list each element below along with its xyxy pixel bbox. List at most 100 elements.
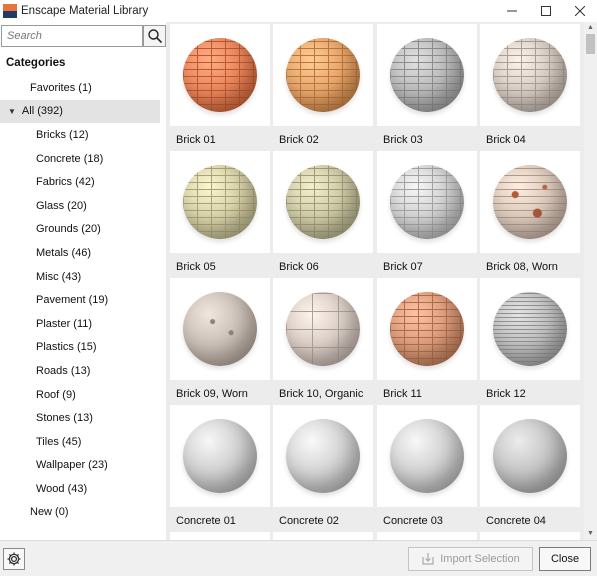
maximize-button[interactable]	[529, 0, 563, 22]
material-thumbnail[interactable]	[377, 405, 477, 507]
material-thumbnail-partial[interactable]	[273, 532, 373, 540]
category-label: Concrete (18)	[36, 152, 104, 165]
search-button[interactable]	[143, 25, 166, 47]
material-sphere-preview	[493, 419, 567, 493]
category-fabrics[interactable]: Fabrics (42)	[0, 170, 166, 194]
category-bricks[interactable]: Bricks (12)	[0, 123, 166, 147]
material-thumbnail-partial[interactable]	[480, 532, 580, 540]
scrollbar-thumb[interactable]	[586, 34, 595, 54]
category-concrete[interactable]: Concrete (18)	[0, 147, 166, 171]
material-sphere-preview	[493, 292, 567, 366]
search-field[interactable]	[1, 25, 143, 47]
category-favorites[interactable]: Favorites (1)	[0, 76, 166, 100]
category-new[interactable]: New (0)	[0, 501, 166, 525]
import-selection-button[interactable]: Import Selection	[408, 547, 533, 571]
material-name: Brick 09, Worn	[176, 388, 248, 400]
material-tile[interactable]: Brick 03	[377, 24, 477, 148]
material-tile[interactable]: Brick 11	[377, 278, 477, 402]
window-title: Enscape Material Library	[21, 5, 149, 17]
material-sphere-preview	[493, 38, 567, 112]
material-tile[interactable]: Brick 05	[170, 151, 270, 275]
material-sphere-preview	[183, 419, 257, 493]
material-thumbnail[interactable]	[273, 151, 373, 253]
material-tile[interactable]: Brick 08, Worn	[480, 151, 580, 275]
scroll-up-icon[interactable]: ▲	[584, 22, 597, 34]
category-label: Roof (9)	[36, 388, 76, 401]
material-thumbnail[interactable]	[377, 278, 477, 380]
category-all[interactable]: ▼ All (392)	[0, 99, 160, 124]
material-thumbnail[interactable]	[480, 24, 580, 126]
category-roads[interactable]: Roads (13)	[0, 359, 166, 383]
category-roof[interactable]: Roof (9)	[0, 383, 166, 407]
material-tile[interactable]: Brick 07	[377, 151, 477, 275]
search-input[interactable]	[2, 26, 142, 46]
maximize-icon	[541, 6, 551, 16]
material-thumbnail[interactable]	[377, 151, 477, 253]
expand-arrow-icon[interactable]: ▼	[8, 107, 16, 116]
category-glass[interactable]: Glass (20)	[0, 194, 166, 218]
scroll-down-icon[interactable]: ▼	[584, 528, 597, 540]
material-tile[interactable]: Concrete 03	[377, 405, 477, 529]
material-name: Brick 11	[383, 388, 422, 400]
material-sphere-preview	[286, 419, 360, 493]
category-wood[interactable]: Wood (43)	[0, 477, 166, 501]
category-label: Grounds (20)	[36, 223, 101, 236]
material-tile[interactable]: Brick 09, Worn	[170, 278, 270, 402]
material-thumbnail[interactable]	[273, 405, 373, 507]
material-tile[interactable]: Brick 10, Organic	[273, 278, 373, 402]
material-thumbnail-partial[interactable]	[170, 532, 270, 540]
category-metals[interactable]: Metals (46)	[0, 241, 166, 265]
material-tile[interactable]: Brick 06	[273, 151, 373, 275]
gear-icon	[7, 552, 21, 566]
material-thumbnail[interactable]	[170, 278, 270, 380]
material-tile[interactable]: Concrete 04	[480, 405, 580, 529]
category-label: Plaster (11)	[36, 317, 93, 330]
material-thumbnail[interactable]	[273, 24, 373, 126]
material-thumbnail[interactable]	[480, 405, 580, 507]
category-stones[interactable]: Stones (13)	[0, 406, 166, 430]
material-tile[interactable]: Brick 04	[480, 24, 580, 148]
category-pavement[interactable]: Pavement (19)	[0, 288, 166, 312]
material-thumbnail[interactable]	[480, 151, 580, 253]
material-tile[interactable]: Concrete 02	[273, 405, 373, 529]
close-window-button[interactable]	[563, 0, 597, 22]
material-name: Brick 08, Worn	[486, 261, 558, 273]
material-sphere-preview	[286, 38, 360, 112]
category-label: Bricks (12)	[36, 128, 89, 141]
category-grounds[interactable]: Grounds (20)	[0, 218, 166, 242]
material-sphere-preview	[286, 292, 360, 366]
material-sphere-preview	[390, 419, 464, 493]
material-tile[interactable]: Concrete 01	[170, 405, 270, 529]
material-tile[interactable]: Brick 01	[170, 24, 270, 148]
material-thumbnail[interactable]	[480, 278, 580, 380]
category-plaster[interactable]: Plaster (11)	[0, 312, 166, 336]
material-tile[interactable]: Brick 02	[273, 24, 373, 148]
material-sphere-preview	[183, 165, 257, 239]
category-wallpaper[interactable]: Wallpaper (23)	[0, 454, 166, 478]
minimize-icon	[507, 10, 517, 12]
minimize-button[interactable]	[495, 0, 529, 22]
material-thumbnail[interactable]	[377, 24, 477, 126]
category-panel: Categories Favorites (1) ▼ All (392) Bri…	[0, 22, 166, 540]
vertical-scrollbar[interactable]: ▲ ▼	[584, 22, 597, 540]
material-thumbnail[interactable]	[273, 278, 373, 380]
category-misc[interactable]: Misc (43)	[0, 265, 166, 289]
category-plastics[interactable]: Plastics (15)	[0, 336, 166, 360]
category-tiles[interactable]: Tiles (45)	[0, 430, 166, 454]
material-sphere-preview	[183, 38, 257, 112]
material-thumbnail[interactable]	[170, 151, 270, 253]
settings-button[interactable]	[3, 548, 25, 570]
material-name: Concrete 03	[383, 515, 443, 527]
category-label: Roads (13)	[36, 364, 91, 377]
category-label: Stones (13)	[36, 412, 93, 425]
material-thumbnail-partial[interactable]	[377, 532, 477, 540]
categories-heading: Categories	[6, 57, 66, 69]
material-thumbnail[interactable]	[170, 405, 270, 507]
material-sphere-preview	[493, 165, 567, 239]
category-label: New (0)	[30, 506, 69, 519]
material-name: Brick 03	[383, 134, 423, 146]
material-thumbnail[interactable]	[170, 24, 270, 126]
close-button[interactable]: Close	[539, 547, 591, 571]
material-name: Brick 10, Organic	[279, 388, 364, 400]
material-tile[interactable]: Brick 12	[480, 278, 580, 402]
